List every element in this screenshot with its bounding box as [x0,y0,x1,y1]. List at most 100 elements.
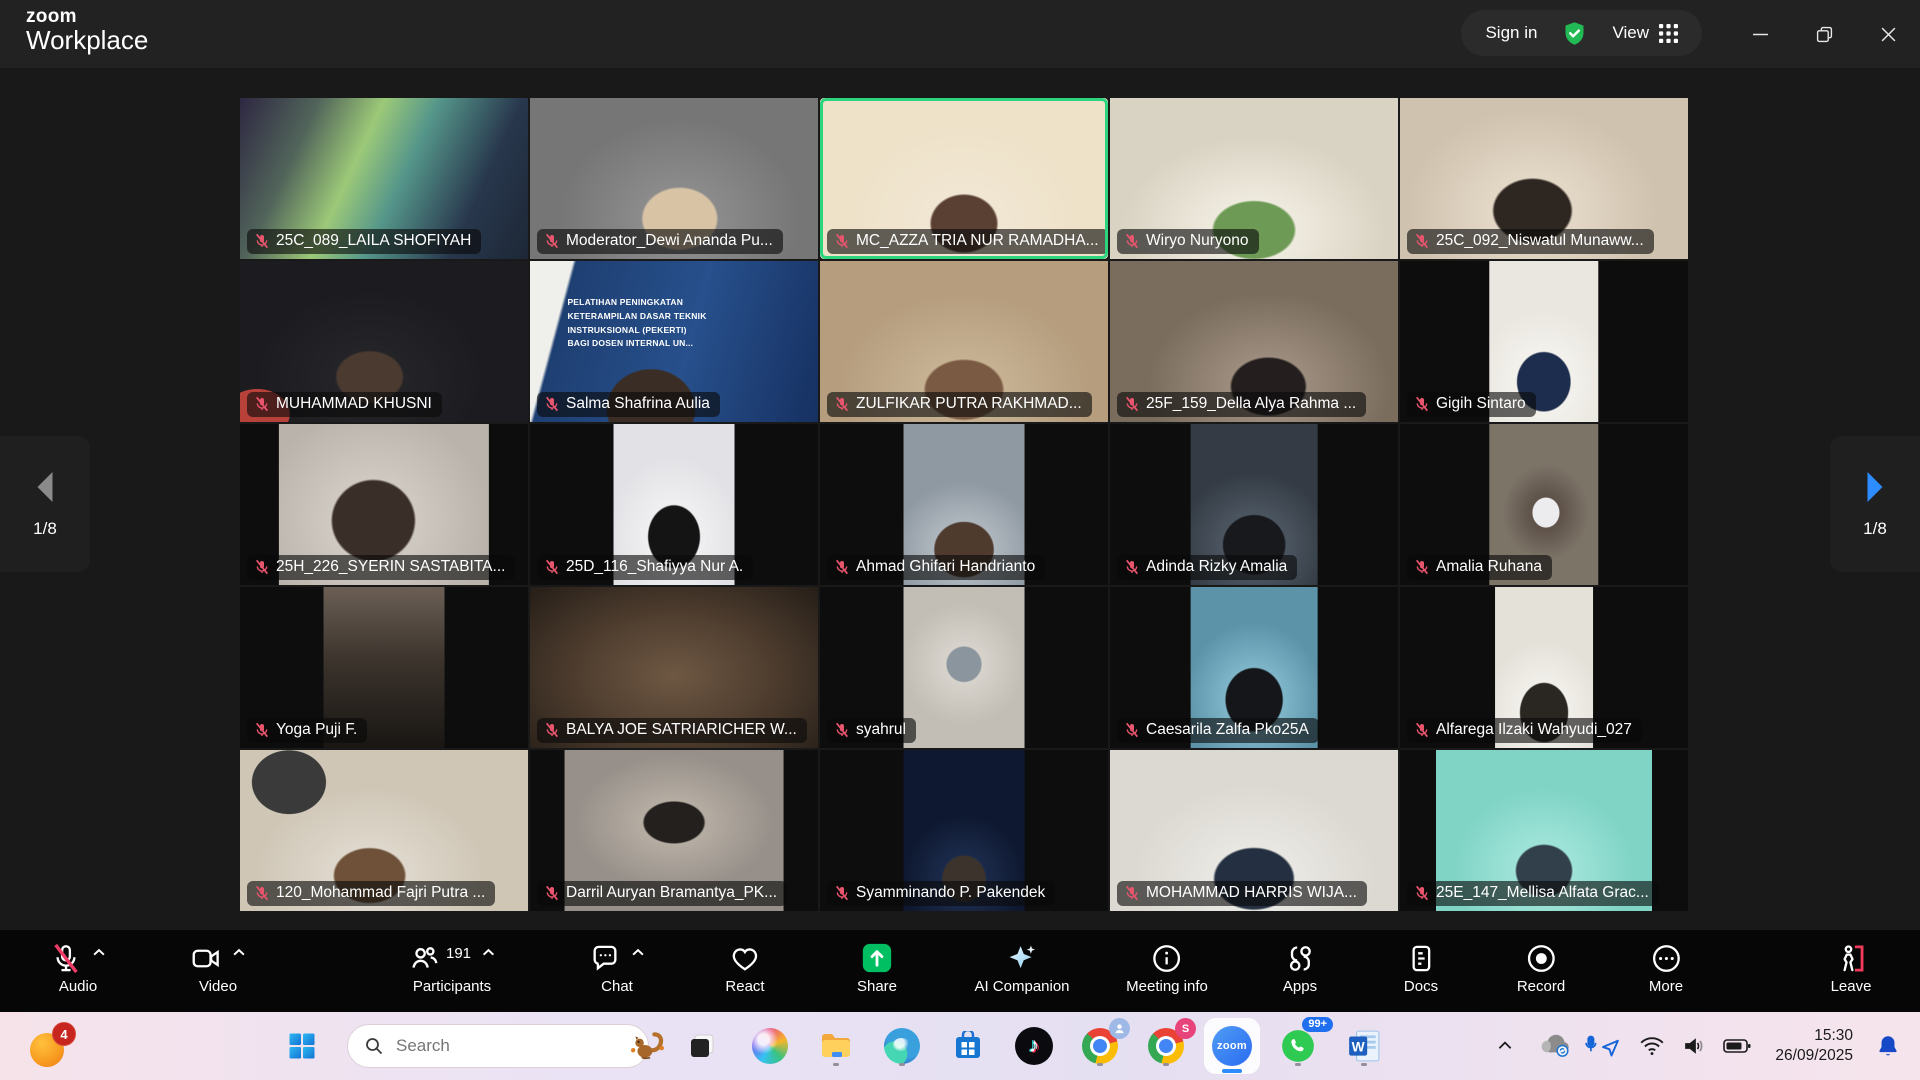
mic-muted-icon [254,885,270,901]
participant-tile[interactable]: ZULFIKAR PUTRA RAKHMAD... [820,261,1108,422]
toolbar-meeting-info-button[interactable]: Meeting info [1126,939,1208,995]
mic-muted-icon [544,559,560,575]
toolbar-record-button[interactable]: Record [1517,939,1565,995]
edge-button[interactable] [879,1023,925,1069]
toolbar-audio-button[interactable]: Audio [51,939,106,995]
participant-tile[interactable]: 25F_159_Della Alya Rahma ... [1110,261,1398,422]
zoom-app-button[interactable]: zoom [1203,1017,1261,1075]
participant-tile[interactable]: PELATIHAN PENINGKATANKETERAMPILAN DASAR … [530,261,818,422]
participant-tile[interactable]: MUHAMMAD KHUSNI [240,261,528,422]
onedrive-icon[interactable] [1537,1023,1573,1069]
participant-name-label: Gigih Sintaro [1407,392,1536,417]
next-page-arrow[interactable] [1860,469,1890,505]
notification-bell-icon[interactable] [1872,1023,1904,1069]
toolbar-label: AI Companion [974,978,1069,995]
participant-tile[interactable]: Alfarega Ilzaki Wahyudi_027 [1400,587,1688,748]
mic-muted-icon [834,233,850,249]
participant-tile[interactable]: Ahmad Ghifari Handrianto [820,424,1108,585]
search-highlight-squirrel-icon[interactable] [629,1030,665,1062]
toolbar-participants-button[interactable]: 191Participants [409,939,495,995]
participant-tile[interactable]: 25C_089_LAILA SHOFIYAH [240,98,528,259]
toolbar-share-button[interactable]: Share [857,939,897,995]
battery-icon[interactable] [1721,1023,1753,1069]
chevron-up-icon[interactable] [93,948,106,957]
toolbar-ai-companion-button[interactable]: AI Companion [974,939,1069,995]
toolbar-docs-button[interactable]: Docs [1404,939,1438,995]
participant-tile[interactable]: Gigih Sintaro [1400,261,1688,422]
mic-muted-icon [1124,396,1140,412]
participant-tile[interactable]: syahrul [820,587,1108,748]
toolbar-more-button[interactable]: More [1649,939,1683,995]
sign-in-button[interactable]: Sign in [1485,23,1537,43]
participant-name-label: Moderator_Dewi Ananda Pu... [537,229,783,254]
participant-name-label: MUHAMMAD KHUSNI [247,392,442,417]
participant-name-label: 25D_116_Shafiyya Nur A. [537,555,753,580]
participant-tile[interactable]: 120_Mohammad Fajri Putra ... [240,750,528,911]
share-icon [860,941,894,975]
task-view-button[interactable] [679,1023,725,1069]
video-grid: 25C_089_LAILA SHOFIYAH Moderator_Dewi Ana… [240,98,1688,911]
participant-tile[interactable]: MC_AZZA TRIA NUR RAMADHA... [820,98,1108,259]
close-button[interactable] [1856,0,1920,68]
search-input[interactable] [394,1035,619,1057]
participant-tile[interactable]: 25H_226_SYERIN SASTABITA... [240,424,528,585]
file-explorer-button[interactable] [813,1023,859,1069]
participant-tile[interactable]: 25D_116_Shafiyya Nur A. [530,424,818,585]
wifi-icon[interactable] [1637,1023,1667,1069]
tray-time: 15:30 [1775,1026,1853,1046]
chevron-up-icon[interactable] [632,948,645,957]
taskbar-search-box[interactable] [347,1024,649,1068]
participant-tile[interactable]: Moderator_Dewi Ananda Pu... [530,98,818,259]
windows-taskbar: 4 ♪ S zoom 99+ W [0,1012,1920,1080]
participant-tile[interactable]: BALYA JOE SATRIARICHER W... [530,587,818,748]
participant-tile[interactable]: Wiryo Nuryono [1110,98,1398,259]
microsoft-store-button[interactable] [945,1023,991,1069]
chrome-profile1-button[interactable] [1077,1023,1123,1069]
view-button[interactable]: View [1612,23,1678,43]
zoom-app-icon: zoom [1204,1018,1260,1074]
widgets-button[interactable]: 4 [30,1024,70,1068]
toolbar-react-button[interactable]: React [725,939,764,995]
participant-name-label: Salma Shafrina Aulia [537,392,720,417]
tiktok-button[interactable]: ♪ [1011,1023,1057,1069]
participant-tile[interactable]: Adinda Rizky Amalia [1110,424,1398,585]
participant-tile[interactable]: 25E_147_Mellisa Alfata Grac... [1400,750,1688,911]
participant-tile[interactable]: 25C_092_Niswatul Munaww... [1400,98,1688,259]
participant-name-label: BALYA JOE SATRIARICHER W... [537,718,807,743]
start-button[interactable] [279,1023,325,1069]
copilot-button[interactable] [747,1023,793,1069]
tray-clock[interactable]: 15:30 26/09/2025 [1775,1026,1853,1066]
participant-name-label: Ahmad Ghifari Handrianto [827,555,1045,580]
participant-name-label: Syamminando P. Pakendek [827,881,1055,906]
participant-tile[interactable]: Darril Auryan Bramantya_PK... [530,750,818,911]
participant-tile[interactable]: MOHAMMAD HARRIS WIJA... [1110,750,1398,911]
chevron-up-icon[interactable] [482,948,495,957]
participant-name-label: MC_AZZA TRIA NUR RAMADHA... [827,229,1108,254]
participant-tile[interactable]: Syamminando P. Pakendek [820,750,1108,911]
prev-page-arrow[interactable] [30,469,60,505]
word-button[interactable]: W [1341,1023,1387,1069]
whatsapp-button[interactable]: 99+ [1275,1023,1321,1069]
chrome-profile2-button[interactable]: S [1143,1023,1189,1069]
toolbar-label: Chat [601,978,633,995]
gallery-next-panel: 1/8 [1830,436,1920,572]
volume-icon[interactable] [1679,1023,1709,1069]
participant-name-label: 25C_092_Niswatul Munaww... [1407,229,1654,254]
toolbar-label: Meeting info [1126,978,1208,995]
security-shield-icon[interactable] [1561,20,1588,47]
participant-tile[interactable]: Amalia Ruhana [1400,424,1688,585]
toolbar-video-button[interactable]: Video [191,939,246,995]
tray-chevron-up-icon[interactable] [1490,1023,1520,1069]
toolbar-leave-button[interactable]: Leave [1831,939,1872,995]
minimize-button[interactable] [1728,0,1792,68]
restore-button[interactable] [1792,0,1856,68]
toolbar-apps-button[interactable]: Apps [1283,939,1317,995]
toolbar-chat-button[interactable]: Chat [590,939,645,995]
participant-tile[interactable]: Caesarila Zalfa Pko25A [1110,587,1398,748]
participant-tile[interactable]: Yoga Puji F. [240,587,528,748]
toolbar-label: Apps [1283,978,1317,995]
mic-muted-icon [1124,559,1140,575]
chevron-up-icon[interactable] [233,948,246,957]
docs-icon [1406,943,1437,974]
mic-location-in-use-icon[interactable] [1582,1023,1622,1069]
